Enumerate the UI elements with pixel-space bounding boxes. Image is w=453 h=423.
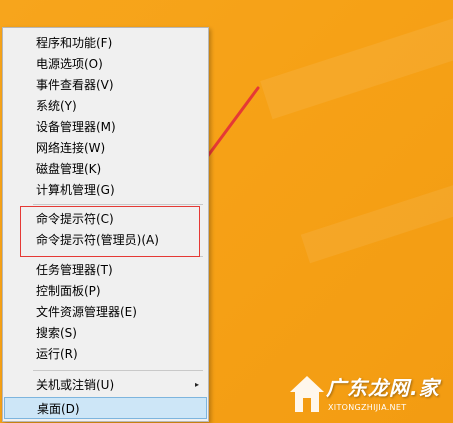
menu-item-power-options[interactable]: 电源选项(O) <box>4 53 207 75</box>
menu-item-disk-management[interactable]: 磁盘管理(K) <box>4 158 207 180</box>
menu-item-label: 磁盘管理(K) <box>36 162 102 176</box>
menu-item-label: 网络连接(W) <box>36 141 106 155</box>
menu-item-label: 电源选项(O) <box>36 57 103 71</box>
menu-item-label: 设备管理器(M) <box>36 120 116 134</box>
watermark-url: XITONGZHIJIA.NET <box>328 403 407 412</box>
menu-item-file-explorer[interactable]: 文件资源管理器(E) <box>4 301 207 323</box>
menu-item-label: 任务管理器(T) <box>36 263 113 277</box>
menu-item-shutdown-signout[interactable]: 关机或注销(U) ▸ <box>4 374 207 396</box>
menu-item-control-panel[interactable]: 控制面板(P) <box>4 280 207 302</box>
menu-item-label: 控制面板(P) <box>36 284 101 298</box>
site-watermark: 广东龙网.家 XITONGZHIJIA.NET <box>288 370 453 423</box>
menu-item-label: 系统(Y) <box>36 99 77 113</box>
menu-item-desktop[interactable]: 桌面(D) <box>4 397 207 419</box>
menu-item-search[interactable]: 搜索(S) <box>4 322 207 344</box>
menu-item-label: 搜索(S) <box>36 326 77 340</box>
menu-separator <box>33 204 203 205</box>
submenu-arrow-icon: ▸ <box>194 380 199 389</box>
menu-item-network-connections[interactable]: 网络连接(W) <box>4 137 207 159</box>
watermark-title: 广东龙网.家 <box>326 376 440 400</box>
menu-item-label: 程序和功能(F) <box>36 36 113 50</box>
menu-item-device-manager[interactable]: 设备管理器(M) <box>4 116 207 138</box>
menu-item-label: 关机或注销(U) <box>36 378 115 392</box>
annotation-highlight-box <box>20 206 200 257</box>
menu-item-programs-features[interactable]: 程序和功能(F) <box>4 32 207 54</box>
house-logo-icon <box>290 376 324 412</box>
menu-item-computer-management[interactable]: 计算机管理(G) <box>4 179 207 201</box>
menu-item-system[interactable]: 系统(Y) <box>4 95 207 117</box>
menu-item-label: 运行(R) <box>36 347 78 361</box>
menu-item-label: 桌面(D) <box>37 402 80 416</box>
menu-item-run[interactable]: 运行(R) <box>4 343 207 365</box>
menu-item-event-viewer[interactable]: 事件查看器(V) <box>4 74 207 96</box>
menu-item-label: 事件查看器(V) <box>36 78 114 92</box>
menu-separator <box>33 370 203 371</box>
menu-item-label: 文件资源管理器(E) <box>36 305 137 319</box>
menu-item-label: 计算机管理(G) <box>36 183 115 197</box>
menu-item-task-manager[interactable]: 任务管理器(T) <box>4 259 207 281</box>
